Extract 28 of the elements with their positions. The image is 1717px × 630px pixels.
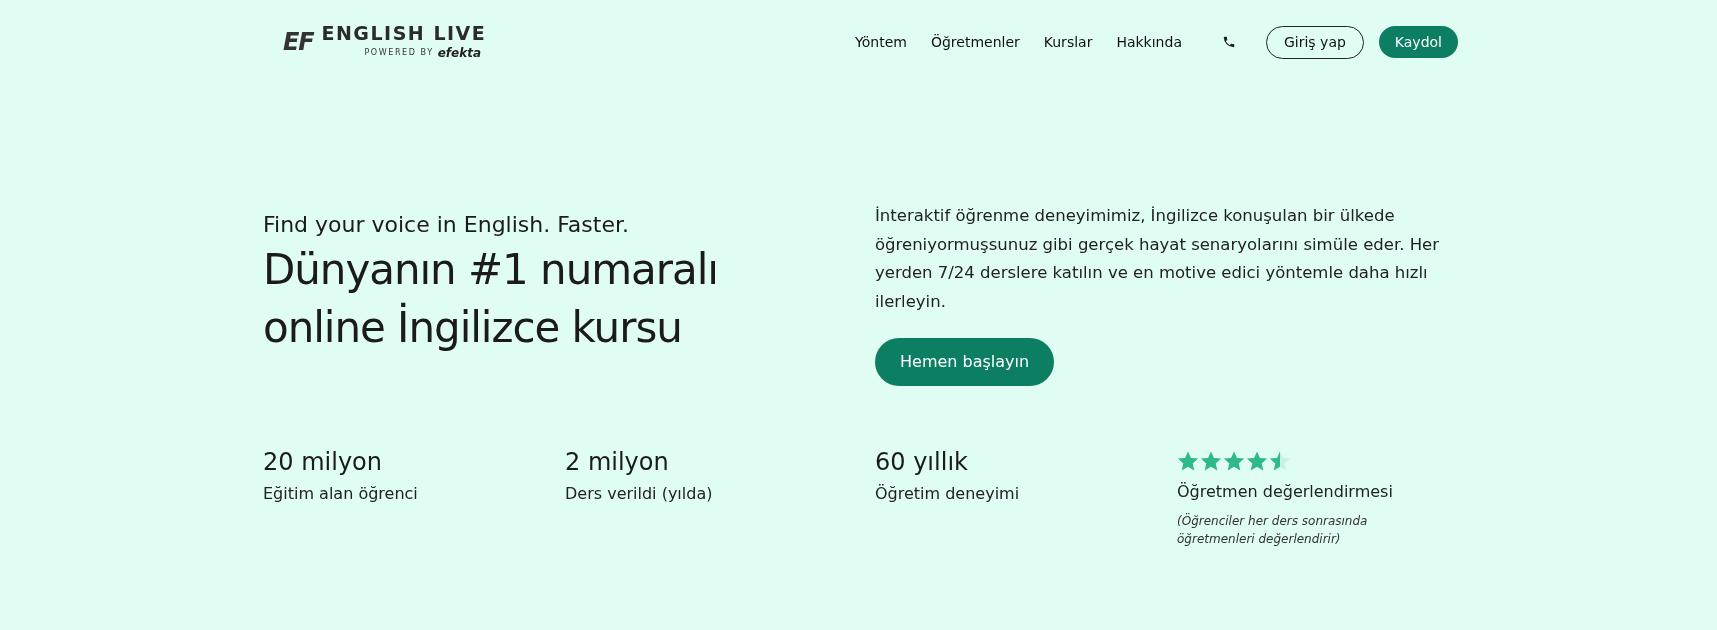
logo-mark: EF (283, 30, 314, 54)
nav-link[interactable]: Hakkında (1116, 31, 1182, 53)
signup-button[interactable]: Kaydol (1378, 26, 1458, 58)
star-icon (1200, 450, 1222, 472)
headline: online İngilizce kursu (263, 301, 683, 354)
stat-value: 60 yıllık (875, 450, 969, 474)
powered-by-text: POWERED BY (364, 47, 434, 59)
star-icon (1269, 450, 1291, 472)
tagline: Find your voice in English. Faster. (263, 211, 630, 239)
nav-link[interactable]: Öğretmenler (930, 31, 1020, 53)
stat-label: Öğretmen değerlendirmesi (1177, 481, 1394, 503)
headline: Dünyanın #1 numaralı (263, 244, 719, 296)
star-icon (1246, 450, 1268, 472)
star-icon (1223, 450, 1245, 472)
stat-value: 2 milyon (565, 450, 670, 474)
hero-description: İnteraktif öğrenme deneyimimiz, İngilizce konuşulan bir ülkede öğreniyormuşsunuz gibi gerçek hayat senaryolarını simüle eder. Her yerden 7/24 derslere katılın ve en motive edici yöntemle daha hızlı ilerleyin. (875, 205, 1440, 313)
logo-name: ENGLISH LIVE (321, 22, 487, 44)
star-icon (1177, 450, 1199, 472)
rating-note: (Öğrenciler her ders sonrasında öğretmenleri değerlendirir) (1177, 512, 1369, 548)
phone-icon[interactable] (1221, 35, 1236, 49)
brand-name: efekta (437, 45, 482, 62)
cta-button[interactable]: Hemen başlayın (875, 338, 1055, 386)
stat-label: Ders verildi (yılda) (565, 483, 714, 505)
stat-label: Öğretim deneyimi (875, 483, 1021, 505)
stat-value: 20 milyon (263, 450, 383, 474)
nav-link[interactable]: Kurslar (1043, 31, 1093, 53)
nav-link[interactable]: Yöntem (855, 31, 907, 53)
stat-label: Eğitim alan öğrenci (263, 483, 419, 505)
